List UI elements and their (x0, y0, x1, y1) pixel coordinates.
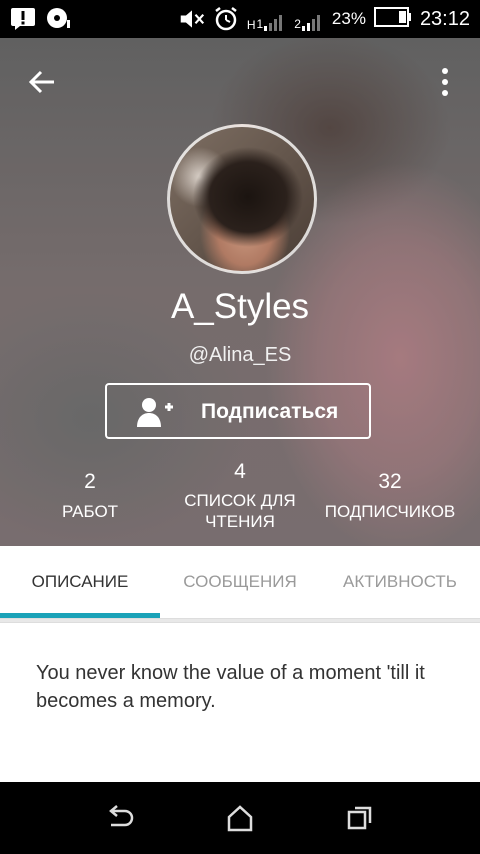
signal-icon-2: 2 (294, 7, 324, 31)
follow-button[interactable]: Подписаться (105, 383, 371, 439)
profile-description: You never know the value of a moment 'ti… (36, 662, 425, 712)
description-card: You never know the value of a moment 'ti… (0, 622, 480, 783)
alarm-icon (213, 6, 239, 32)
back-nav-icon (109, 805, 134, 827)
recent-apps-icon (347, 806, 372, 830)
profile-display-name: A_Styles (170, 287, 310, 326)
add-user-icon (137, 398, 173, 427)
signal-icon: H 1 (247, 7, 286, 31)
stat-reading-list-value: 4 (234, 460, 246, 483)
navigation-bar (0, 782, 480, 854)
media-icon (46, 5, 72, 31)
stat-followers[interactable]: 32 ПОДПИСЧИКОВ (318, 470, 462, 522)
battery-percent: 23% (331, 9, 366, 28)
status-bar: H 1 2 23% 23:12 (0, 0, 480, 38)
mute-icon (179, 6, 205, 32)
tab-description[interactable]: ОПИСАНИЕ (0, 546, 160, 618)
sim-2-label: 2 (294, 17, 301, 31)
alert-icon (10, 5, 36, 31)
profile-handle: @Alina_ES (188, 344, 292, 366)
dot-icon (442, 68, 448, 74)
profile-header: A_Styles @Alina_ES Подписаться 2 РАБОТ 4… (0, 38, 480, 546)
stat-works-value: 2 (84, 470, 96, 493)
recents-nav-button[interactable] (340, 800, 380, 836)
back-nav-button[interactable] (100, 800, 140, 836)
back-button[interactable] (22, 62, 62, 102)
profile-tabs: ОПИСАНИЕ СООБЩЕНИЯ АКТИВНОСТЬ (0, 546, 480, 619)
stat-works-label: РАБОТ (61, 502, 119, 521)
dot-icon (442, 79, 448, 85)
tab-messages[interactable]: СООБЩЕНИЯ (160, 546, 320, 618)
stat-works[interactable]: 2 РАБОТ (55, 470, 125, 522)
clock: 23:12 (419, 7, 470, 30)
stat-followers-label: ПОДПИСЧИКОВ (324, 502, 456, 521)
home-icon (227, 805, 253, 832)
active-tab-indicator (0, 613, 160, 618)
dot-icon (442, 90, 448, 96)
battery-icon (373, 6, 412, 32)
stat-reading-list-label: СПИСОК ДЛЯ ЧТЕНИЯ (184, 491, 296, 531)
stat-followers-value: 32 (378, 470, 402, 493)
follow-button-label: Подписаться (201, 400, 339, 423)
avatar[interactable] (167, 124, 317, 274)
stat-reading-list[interactable]: 4 СПИСОК ДЛЯ ЧТЕНИЯ (175, 460, 305, 532)
network-type: H (246, 18, 256, 32)
tab-activity[interactable]: АКТИВНОСТЬ (320, 546, 480, 618)
home-nav-button[interactable] (220, 800, 260, 836)
arrow-left-icon (28, 70, 54, 94)
more-options-button[interactable] (430, 62, 460, 102)
sim-1-label: 1 (256, 17, 264, 31)
